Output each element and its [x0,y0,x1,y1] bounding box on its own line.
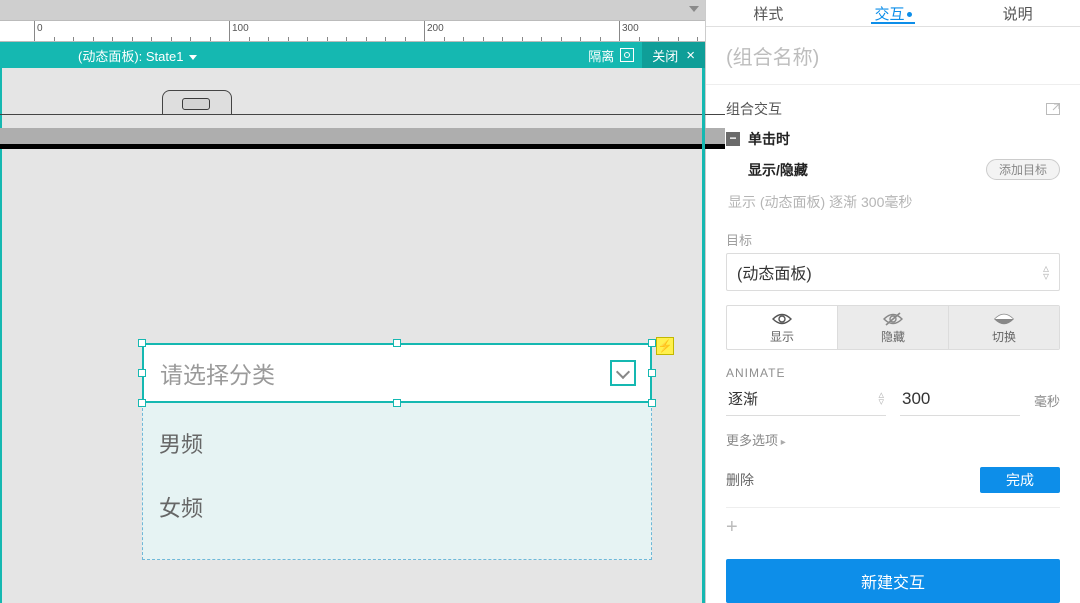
interaction-indicator-icon[interactable]: ⚡ [656,337,674,355]
isolate-button[interactable]: 隔离 [580,46,642,65]
dynamic-panel-state-bar: (动态面板): State1 隔离 关闭 × [0,42,705,68]
ruler-label: 100 [232,23,249,34]
visibility-toggle-label: 切换 [992,330,1016,344]
tab-interaction[interactable]: 交互 [831,3,956,24]
animate-section-label: ANIMATE [726,354,1060,384]
event-row[interactable]: − 单击时 [726,127,1060,155]
done-button[interactable]: 完成 [980,467,1060,493]
visibility-show-label: 显示 [770,330,794,344]
eye-icon [772,312,792,326]
close-icon: × [686,47,695,64]
isolate-icon [620,48,634,62]
resize-handle[interactable] [393,399,401,407]
resize-handle[interactable] [648,369,656,377]
add-action-button[interactable]: + [706,508,1080,553]
collapse-icon[interactable]: − [726,132,740,146]
delete-action-button[interactable]: 删除 [726,470,754,490]
dropdown-widget-group[interactable]: 请选择分类 ⚡ 男频 女频 [142,343,662,560]
new-interaction-button[interactable]: 新建交互 [726,559,1060,603]
ruler-label: 300 [622,23,639,34]
animation-duration-input[interactable]: 300 [900,385,1020,416]
tab-notes[interactable]: 说明 [955,3,1080,24]
resize-handle[interactable] [138,369,146,377]
animation-type-select[interactable]: 逐渐 ▵▿ [726,384,886,416]
tab-style[interactable]: 样式 [706,3,831,24]
target-select[interactable]: (动态面板) ▵▿ [726,253,1060,291]
animation-duration-unit: 毫秒 [1034,391,1060,410]
section-title: 组合交互 [726,99,782,119]
target-value: (动态面板) [737,260,812,284]
action-summary: 显示 (动态面板) 逐渐 300毫秒 [726,184,1060,226]
resize-handle[interactable] [648,339,656,347]
ruler-label: 0 [37,23,43,34]
browser-address-bar [0,128,725,144]
browser-tab-pill [182,98,210,110]
resize-handle[interactable] [138,339,146,347]
action-row[interactable]: 显示/隐藏 添加目标 [726,155,1060,184]
visibility-show-button[interactable]: 显示 [727,306,838,349]
resize-handle[interactable] [138,399,146,407]
popout-icon[interactable] [1046,103,1060,115]
more-options-toggle[interactable]: 更多选项 [726,416,1060,457]
eye-off-icon [883,312,903,326]
horizontal-ruler: 0 100 200 300 [0,20,705,42]
event-label: 单击时 [748,129,790,149]
widget-name-input[interactable]: (组合名称) [706,27,1080,85]
animation-type-value: 逐渐 [728,388,758,409]
ruler-label: 200 [427,23,444,34]
toolbar-strip [0,0,705,20]
eye-toggle-icon [994,312,1014,326]
visibility-toggle-group: 显示 隐藏 切换 [726,305,1060,350]
dropdown-option[interactable]: 男频 [159,411,635,475]
close-panel-button[interactable]: 关闭 × [642,42,705,68]
visibility-toggle-button[interactable]: 切换 [949,306,1059,349]
target-label: 目标 [726,226,1060,253]
close-label: 关闭 [652,46,678,65]
inspector-tabs: 样式 交互 说明 [706,0,1080,27]
action-label: 显示/隐藏 [748,160,808,180]
add-target-button[interactable]: 添加目标 [986,159,1060,180]
selection-handles: ⚡ [142,343,652,403]
visibility-hide-label: 隐藏 [881,330,905,344]
visibility-hide-button[interactable]: 隐藏 [838,306,949,349]
panel-state-title[interactable]: (动态面板): State1 [0,46,197,65]
resize-handle[interactable] [648,399,656,407]
resize-handle[interactable] [393,339,401,347]
dropdown-options-panel[interactable]: 男频 女频 [142,403,652,560]
select-stepper-icon: ▵▿ [878,392,884,406]
canvas-body[interactable]: 请选择分类 ⚡ 男频 女频 [0,68,705,603]
tab-active-dot-icon [907,12,912,17]
tab-interaction-label: 交互 [875,6,905,23]
isolate-label: 隔离 [588,46,614,65]
canvas-area: 0 100 200 300 (动态面板): State1 隔离 关闭 × [0,0,705,603]
dropdown-option[interactable]: 女频 [159,475,635,539]
inspector-panel: 样式 交互 说明 (组合名称) 组合交互 − 单击时 显示/隐藏 添加目标 显示… [705,0,1080,603]
select-stepper-icon: ▵▿ [1043,264,1049,280]
